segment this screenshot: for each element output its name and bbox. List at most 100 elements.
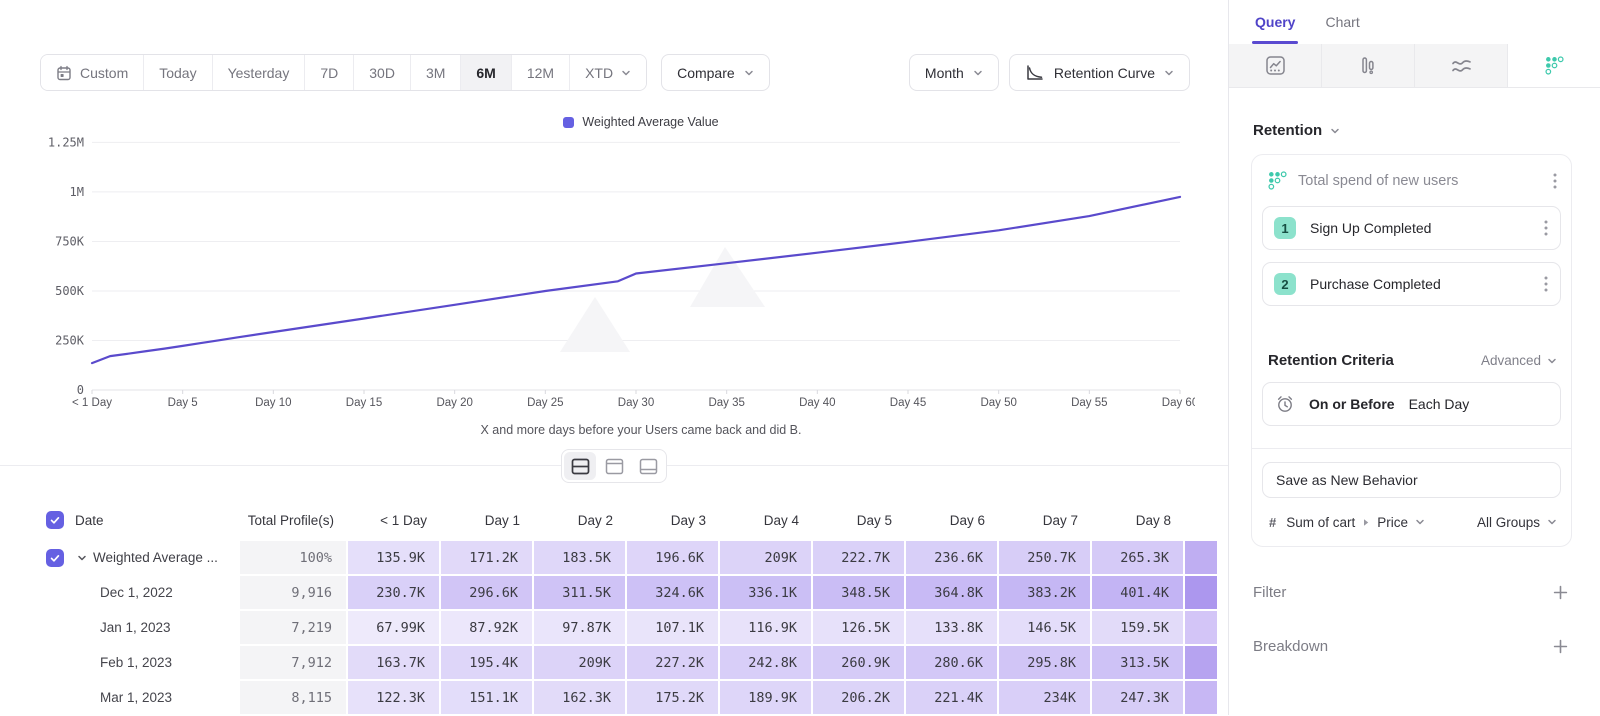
retention-cell[interactable]: 295.8K	[999, 646, 1092, 681]
range-yesterday[interactable]: Yesterday	[213, 55, 306, 90]
range-label: 30D	[369, 65, 395, 81]
chart-type-button[interactable]: Retention Curve	[1009, 54, 1190, 91]
retention-cell[interactable]: 171.2K	[441, 541, 534, 576]
retention-cell[interactable]: 401.4K	[1092, 576, 1185, 611]
granularity-button[interactable]: Month	[909, 54, 999, 91]
retention-cell[interactable]: 146.5K	[999, 611, 1092, 646]
retention-cell[interactable]: 162.3K	[534, 681, 627, 716]
chart-type-tab-line-chart[interactable]	[1229, 44, 1322, 87]
retention-cell[interactable]: 116.9K	[720, 611, 813, 646]
retention-cell[interactable]: 107.1K	[627, 611, 720, 646]
retention-cell[interactable]: 227.2K	[627, 646, 720, 681]
retention-section-dropdown[interactable]: Retention	[1253, 122, 1572, 139]
retention-cell[interactable]: 242.8K	[720, 646, 813, 681]
retention-cell[interactable]: 236.6K	[906, 541, 999, 576]
retention-curve-line[interactable]	[92, 197, 1180, 363]
retention-cell[interactable]: 151.1K	[441, 681, 534, 716]
retention-cell[interactable]: 189.9K	[720, 681, 813, 716]
x-axis-tick-label: Day 50	[980, 397, 1016, 409]
retention-cell[interactable]: 196.6K	[627, 541, 720, 576]
compare-button[interactable]: Compare	[661, 54, 770, 91]
chevron-down-icon[interactable]	[77, 553, 87, 563]
range-today[interactable]: Today	[144, 55, 212, 90]
advanced-dropdown[interactable]: Advanced	[1481, 353, 1557, 368]
toolbar: Custom Today Yesterday7D 30D 3M 6M 12MXTD Comp…	[40, 54, 1190, 91]
retention-cell[interactable]: 324.6K	[627, 576, 720, 611]
chart-type-icon-tabs	[1229, 44, 1600, 88]
chevron-down-icon	[973, 68, 983, 78]
retention-cell[interactable]: 206.2K	[813, 681, 906, 716]
save-behavior-button[interactable]: Save as New Behavior	[1262, 462, 1561, 498]
range-xtd[interactable]: XTD	[570, 55, 646, 90]
retention-cell[interactable]: 348.5K	[813, 576, 906, 611]
retention-cell[interactable]: 296.6K	[441, 576, 534, 611]
measurement-property-label: Price	[1377, 515, 1408, 530]
range-6m[interactable]: 6M	[461, 55, 511, 90]
select-all-checkbox[interactable]	[46, 511, 64, 529]
card-divider	[1252, 448, 1571, 449]
retention-cell[interactable]: 195.4K	[441, 646, 534, 681]
retention-cell[interactable]: 313.5K	[1092, 646, 1185, 681]
bar-chart-icon	[1358, 55, 1379, 76]
retention-cell[interactable]: 97.87K	[534, 611, 627, 646]
retention-cell[interactable]: 260.9K	[813, 646, 906, 681]
behavior-menu-kebab[interactable]	[1553, 173, 1557, 189]
range-label: Today	[159, 65, 196, 81]
range-30d[interactable]: 30D	[354, 55, 411, 90]
split-view-button[interactable]	[564, 452, 596, 480]
step-menu-kebab[interactable]	[1544, 220, 1548, 236]
retention-cell[interactable]: 221.4K	[906, 681, 999, 716]
groups-dropdown[interactable]: All Groups	[1477, 515, 1557, 530]
retention-cell[interactable]: 209K	[534, 646, 627, 681]
retention-cell[interactable]: 280.6K	[906, 646, 999, 681]
retention-cell[interactable]: 135.9K	[348, 541, 441, 576]
retention-cell[interactable]: 122.3K	[348, 681, 441, 716]
row-checkbox[interactable]	[46, 549, 64, 567]
chart-type-tab-bar-chart[interactable]	[1322, 44, 1415, 87]
chart-type-tab-flows[interactable]	[1415, 44, 1508, 87]
chart-type-tab-retention-grid[interactable]	[1508, 44, 1600, 87]
column-header: Day 3	[627, 513, 720, 528]
chart-view-button[interactable]	[598, 452, 630, 480]
step-menu-kebab[interactable]	[1544, 276, 1548, 292]
retention-cell[interactable]: 126.5K	[813, 611, 906, 646]
measurement-property-dropdown[interactable]: Sum of cart Price	[1286, 515, 1425, 530]
watermark-triangle	[690, 247, 765, 307]
retention-curve-chart[interactable]: 0250K500K750K1M1.25M< 1 DayDay 5Day 10Da…	[32, 133, 1195, 418]
retention-cell[interactable]: 336.1K	[720, 576, 813, 611]
behavior-step[interactable]: 1Sign Up Completed	[1262, 206, 1561, 250]
retention-cell[interactable]: 67.99K	[348, 611, 441, 646]
range-label: 6M	[476, 65, 495, 81]
retention-cell[interactable]: 159.5K	[1092, 611, 1185, 646]
retention-cell[interactable]: 209K	[720, 541, 813, 576]
retention-cell[interactable]: 133.8K	[906, 611, 999, 646]
tab-query[interactable]: Query	[1255, 0, 1295, 44]
behavior-step[interactable]: 2Purchase Completed	[1262, 262, 1561, 306]
range-3m[interactable]: 3M	[411, 55, 461, 90]
range-12m[interactable]: 12M	[512, 55, 570, 90]
tab-chart[interactable]: Chart	[1325, 0, 1359, 44]
range-custom[interactable]: Custom	[41, 55, 144, 90]
retention-condition-row[interactable]: On or Before Each Day	[1262, 382, 1561, 426]
column-header: Day 8	[1092, 513, 1185, 528]
retention-cell[interactable]: 163.7K	[348, 646, 441, 681]
retention-cell[interactable]: 230.7K	[348, 576, 441, 611]
retention-cell-partial	[1185, 646, 1217, 681]
retention-cell[interactable]: 234K	[999, 681, 1092, 716]
save-behavior-label: Save as New Behavior	[1276, 472, 1418, 488]
range-7d[interactable]: 7D	[305, 55, 354, 90]
retention-cell[interactable]: 250.7K	[999, 541, 1092, 576]
retention-cell[interactable]: 311.5K	[534, 576, 627, 611]
retention-cell[interactable]: 247.3K	[1092, 681, 1185, 716]
table-view-icon	[639, 458, 658, 475]
retention-cell[interactable]: 222.7K	[813, 541, 906, 576]
add-breakdown-button[interactable]	[1553, 639, 1568, 654]
add-filter-button[interactable]	[1553, 585, 1568, 600]
retention-cell[interactable]: 175.2K	[627, 681, 720, 716]
retention-cell[interactable]: 87.92K	[441, 611, 534, 646]
table-view-button[interactable]	[632, 452, 664, 480]
retention-cell[interactable]: 364.8K	[906, 576, 999, 611]
retention-cell[interactable]: 265.3K	[1092, 541, 1185, 576]
retention-cell[interactable]: 383.2K	[999, 576, 1092, 611]
retention-cell[interactable]: 183.5K	[534, 541, 627, 576]
